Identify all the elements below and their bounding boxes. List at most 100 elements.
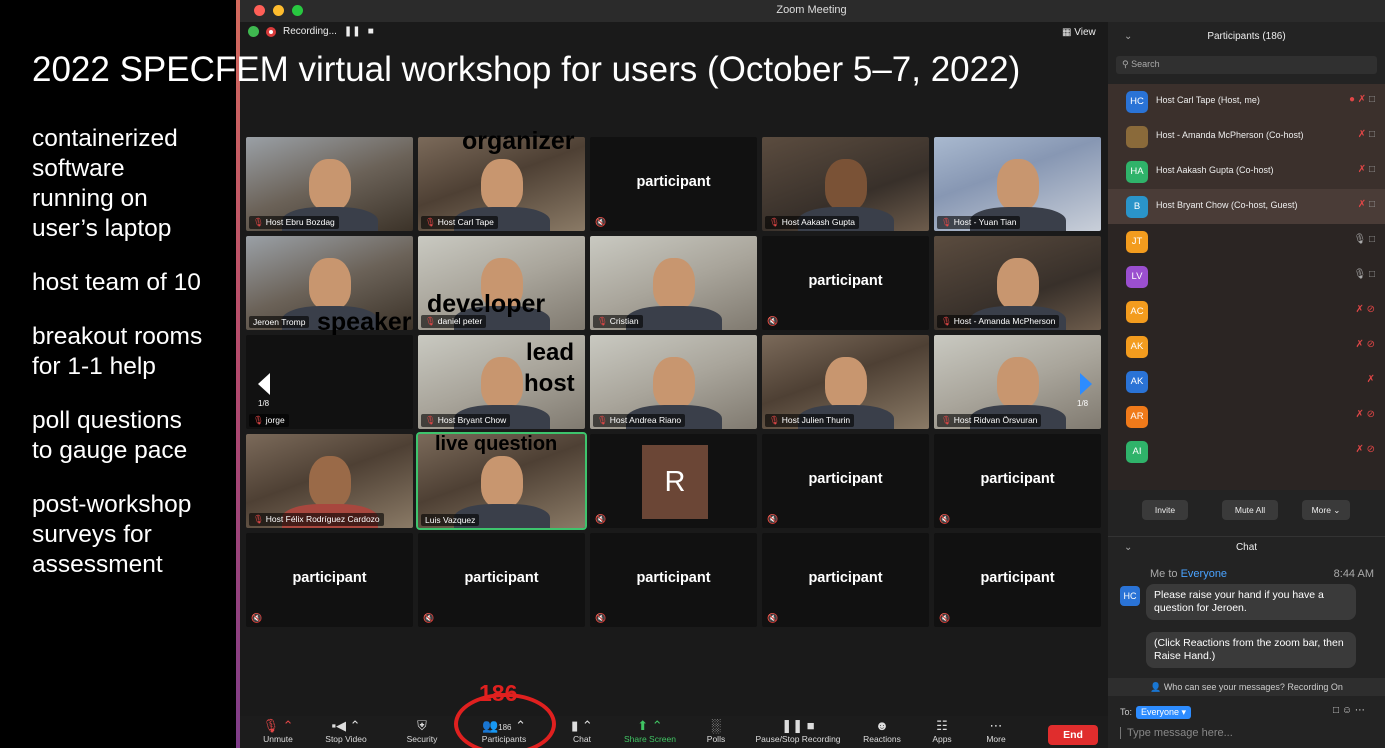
avatar: AI bbox=[1126, 441, 1148, 463]
tile-name: Host Carl Tape bbox=[437, 217, 494, 227]
video-tile[interactable]: participant 🔇 bbox=[762, 434, 929, 528]
toolbar-label: Security bbox=[406, 734, 438, 744]
chat-input[interactable]: Type message here... bbox=[1120, 727, 1233, 739]
video-tile[interactable]: participant 🔇 bbox=[934, 434, 1101, 528]
participant-row[interactable]: B Host Bryant Chow (Co-host, Guest) ✗ □ bbox=[1108, 189, 1385, 224]
video-tile[interactable]: 🎙 Host - Yuan Tian bbox=[934, 137, 1101, 231]
toolbar-label: Polls bbox=[706, 734, 726, 744]
chat-title: Chat bbox=[1235, 542, 1258, 553]
video-tile[interactable]: 🎙 Host Andrea Riano bbox=[590, 335, 757, 429]
video-tile[interactable]: 🎙 Host Julien Thurin bbox=[762, 335, 929, 429]
annotation-speaker: speaker bbox=[317, 308, 412, 336]
participant-row[interactable]: AC ✗ ⊘ bbox=[1108, 294, 1385, 329]
tile-name: Host Julien Thurin bbox=[781, 415, 851, 425]
slide-bullets: containerized software running on user’s… bbox=[32, 124, 237, 604]
participant-row[interactable]: AK ✗ bbox=[1108, 364, 1385, 399]
video-tile[interactable]: participant 🔇 bbox=[934, 533, 1101, 627]
chat-recipient[interactable]: Everyone bbox=[1181, 568, 1227, 580]
chat-sender: Me to bbox=[1150, 568, 1178, 580]
stop-video-button[interactable]: ▪◀ ⌃ Stop Video bbox=[306, 718, 386, 744]
mute-all-button[interactable]: Mute All bbox=[1222, 500, 1278, 520]
bullet-host-team: host team of 10 bbox=[32, 269, 201, 296]
search-icon: ⚲ bbox=[1122, 59, 1132, 69]
participant-row[interactable]: Host - Amanda McPherson (Co-host) ✗ □ bbox=[1108, 119, 1385, 154]
next-page-icon[interactable] bbox=[1080, 373, 1092, 395]
video-tile[interactable]: 🎙 Cristian bbox=[590, 236, 757, 330]
more-button[interactable]: ⋯ More bbox=[956, 718, 1036, 744]
video-tile[interactable]: 🎙 jorge bbox=[246, 335, 413, 429]
participant-row[interactable]: AR ✗ ⊘ bbox=[1108, 399, 1385, 434]
video-tile[interactable]: participant 🔇 bbox=[590, 137, 757, 231]
chevron-down-icon: ⌄ bbox=[1330, 505, 1341, 515]
participant-row[interactable]: AI ✗ ⊘ bbox=[1108, 434, 1385, 469]
recording-icon bbox=[266, 26, 276, 37]
video-tile[interactable]: 🎙 Host Félix Rodríguez Cardozo bbox=[246, 434, 413, 528]
end-meeting-button[interactable]: End bbox=[1048, 725, 1098, 745]
emoji-icon[interactable]: ☺ bbox=[1342, 705, 1352, 716]
previous-page-icon[interactable] bbox=[258, 373, 270, 395]
mic-off-icon: 🔇 bbox=[767, 514, 779, 524]
mic-off-icon: 🔇 bbox=[939, 613, 951, 623]
encryption-shield-icon[interactable] bbox=[248, 26, 259, 37]
toolbar-label: Reactions bbox=[863, 734, 901, 744]
side-panel: ⌄ Participants (186) ⚲ Search HC Host Carl… bbox=[1108, 22, 1385, 748]
video-tile[interactable]: 🎙 Host Ridvan Örsvuran bbox=[934, 335, 1101, 429]
participants-button[interactable]: 👥186 ⌃ Participants bbox=[464, 718, 544, 744]
video-tile[interactable]: 🎙 Host Aakash Gupta bbox=[762, 137, 929, 231]
chat-message-meta: Me to Everyone 8:44 AM bbox=[1150, 568, 1376, 580]
avatar: LV bbox=[1126, 266, 1148, 288]
file-icon[interactable]: □ bbox=[1333, 705, 1339, 716]
video-tile[interactable]: 🎙 Host - Amanda McPherson bbox=[934, 236, 1101, 330]
participant-row[interactable]: LV 🎙 □ bbox=[1108, 259, 1385, 294]
pause-stop-recording-button[interactable]: ❚❚ ■ Pause/Stop Recording bbox=[750, 718, 846, 744]
participant-row[interactable]: HA Host Aakash Gupta (Co-host) ✗ □ bbox=[1108, 154, 1385, 189]
view-button[interactable]: ▦ View bbox=[1062, 27, 1096, 38]
stop-recording-icon[interactable]: ■ bbox=[368, 26, 374, 37]
video-tile[interactable]: participant 🔇 bbox=[418, 533, 585, 627]
tile-name: Host Andrea Riano bbox=[609, 415, 682, 425]
polls-icon: ░ bbox=[711, 718, 721, 733]
avatar: HC bbox=[1120, 586, 1140, 606]
recording-icon: ❚❚ ■ bbox=[781, 718, 815, 733]
toolbar-label: Unmute bbox=[263, 734, 293, 744]
avatar: B bbox=[1126, 196, 1148, 218]
video-icon: ▪◀ ⌃ bbox=[331, 718, 361, 733]
video-tile[interactable]: participant 🔇 bbox=[762, 236, 929, 330]
participant-actions: Invite Mute All More ⌄ bbox=[1108, 500, 1385, 524]
mic-off-icon: 🔇 bbox=[251, 613, 263, 623]
participant-row[interactable]: AK ✗ ⊘ bbox=[1108, 329, 1385, 364]
chat-visibility-notice[interactable]: 👤 Who can see your messages? Recording O… bbox=[1108, 678, 1385, 696]
security-button[interactable]: ⛨ Security bbox=[382, 718, 462, 744]
video-tile[interactable]: participant 🔇 bbox=[590, 533, 757, 627]
pause-recording-icon[interactable]: ❚❚ bbox=[344, 26, 361, 37]
polls-button[interactable]: ░ Polls bbox=[676, 718, 756, 744]
title-bar: Zoom Meeting bbox=[238, 0, 1385, 22]
avatar: AK bbox=[1126, 371, 1148, 393]
video-tile[interactable]: 🎙 Host Ebru Bozdag bbox=[246, 137, 413, 231]
invite-button[interactable]: Invite bbox=[1142, 500, 1188, 520]
chevron-down-icon[interactable]: ⌄ bbox=[1124, 22, 1132, 52]
more-icon[interactable]: ⋯ bbox=[1355, 705, 1365, 716]
participant-row[interactable]: HC Host Carl Tape (Host, me) ● ✗ □ bbox=[1108, 84, 1385, 119]
participant-row[interactable]: JT 🎙 □ bbox=[1108, 224, 1385, 259]
highlight-count: 186 bbox=[479, 680, 518, 706]
toolbar-label: Chat bbox=[573, 734, 591, 744]
video-tile[interactable]: R 🔇 bbox=[590, 434, 757, 528]
video-off-icon: ⊘ bbox=[1366, 339, 1375, 350]
recipient-dropdown[interactable]: Everyone ▾ bbox=[1136, 706, 1192, 719]
avatar: HA bbox=[1126, 161, 1148, 183]
more-participants-button[interactable]: More ⌄ bbox=[1302, 500, 1350, 520]
bullet-breakout: breakout rooms for 1-1 help bbox=[32, 323, 203, 380]
video-tile[interactable]: participant 🔇 bbox=[762, 533, 929, 627]
search-input[interactable]: ⚲ Search bbox=[1116, 56, 1377, 74]
more-icon: ⋯ bbox=[989, 718, 1003, 733]
chevron-down-icon[interactable]: ⌄ bbox=[1124, 542, 1132, 553]
toolbar-label: Apps bbox=[932, 734, 952, 744]
mic-off-icon: ✗ bbox=[1355, 304, 1364, 315]
avatar: JT bbox=[1126, 231, 1148, 253]
tile-name: Host - Amanda McPherson bbox=[953, 316, 1056, 326]
video-tile[interactable]: participant 🔇 bbox=[246, 533, 413, 627]
recording-bar: Recording... ❚❚ ■ bbox=[248, 26, 374, 37]
avatar: HC bbox=[1126, 91, 1148, 113]
video-icon: □ bbox=[1368, 234, 1375, 245]
